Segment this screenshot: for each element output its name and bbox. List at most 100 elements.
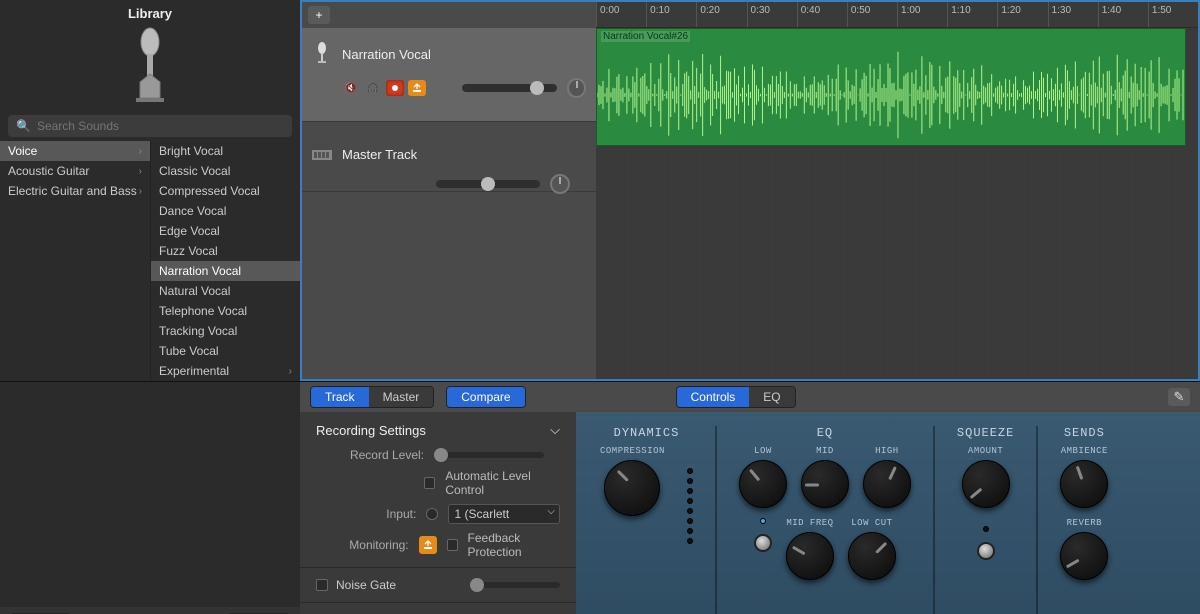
- record-level-slider[interactable]: [434, 452, 544, 458]
- record-enable-button[interactable]: [386, 80, 404, 96]
- monitoring-button[interactable]: [419, 536, 437, 554]
- eq-jack[interactable]: [754, 534, 772, 552]
- solo-headphone-button[interactable]: 🎧: [364, 80, 382, 96]
- volume-slider[interactable]: [436, 180, 540, 188]
- time-tick: 1:10: [947, 2, 997, 27]
- preset-item[interactable]: Natural Vocal: [151, 281, 300, 301]
- library-search[interactable]: 🔍: [8, 115, 292, 137]
- pan-knob[interactable]: [567, 78, 586, 98]
- compression-meter: [687, 446, 693, 544]
- preset-item[interactable]: Edge Vocal: [151, 221, 300, 241]
- tab-master[interactable]: Master: [369, 387, 434, 407]
- input-label: Input:: [328, 507, 416, 521]
- dynamics-group: DYNAMICS COMPRESSION: [600, 426, 693, 544]
- time-tick: 0:00: [596, 2, 646, 27]
- preset-item[interactable]: Tracking Vocal: [151, 321, 300, 341]
- master-track-icon: [312, 140, 332, 168]
- noise-gate-checkbox[interactable]: [316, 579, 328, 591]
- eq-midfreq-knob[interactable]: [786, 532, 834, 580]
- input-select[interactable]: 1 (Scarlett: [448, 504, 560, 524]
- library-preset-column: Bright VocalClassic VocalCompressed Voca…: [150, 141, 300, 381]
- audio-region[interactable]: Narration Vocal#26: [596, 28, 1186, 146]
- controls-rack: DYNAMICS COMPRESSION: [576, 412, 1200, 614]
- preset-item[interactable]: Fuzz Vocal: [151, 241, 300, 261]
- eq-low-knob[interactable]: [739, 460, 787, 508]
- preset-item[interactable]: Narration Vocal: [151, 261, 300, 281]
- smart-controls-panel: Revert Delete Save... Track Master Compa…: [0, 381, 1200, 614]
- track-name: Narration Vocal: [342, 47, 431, 62]
- tab-eq[interactable]: EQ: [749, 387, 794, 407]
- preset-item[interactable]: Tube Vocal: [151, 341, 300, 361]
- waveform: [597, 45, 1185, 145]
- smart-controls-tabs: Track Master Compare Controls EQ ✎: [300, 382, 1200, 412]
- inspector-toggle-icon[interactable]: ✎: [1168, 388, 1190, 406]
- preset-item[interactable]: Telephone Vocal: [151, 301, 300, 321]
- feedback-label: Feedback Protection: [468, 531, 560, 559]
- category-item[interactable]: Acoustic Guitar›: [0, 161, 150, 181]
- squeeze-group: SQUEEZE AMOUNT: [957, 426, 1014, 560]
- library-footer: Revert Delete Save...: [0, 607, 300, 614]
- search-input[interactable]: [37, 119, 284, 133]
- category-item[interactable]: Electric Guitar and Bass›: [0, 181, 150, 201]
- preset-item[interactable]: Bright Vocal: [151, 141, 300, 161]
- time-tick: 0:10: [646, 2, 696, 27]
- time-tick: 1:40: [1098, 2, 1148, 27]
- time-tick: 0:40: [797, 2, 847, 27]
- recording-settings-panel: Recording Settings ⌵ Record Level: Autom…: [300, 412, 576, 614]
- tracks-area: + Narration Vocal: [300, 0, 1200, 381]
- mute-button[interactable]: 🔇: [342, 80, 360, 96]
- track-header-master[interactable]: Master Track: [302, 122, 596, 192]
- time-tick: 0:20: [696, 2, 746, 27]
- timeline[interactable]: 0:000:100:200:300:400:501:001:101:201:30…: [596, 28, 1198, 379]
- time-tick: 1:30: [1048, 2, 1098, 27]
- sends-group: SENDS AMBIENCE REVERB: [1060, 426, 1108, 580]
- region-label: Narration Vocal#26: [601, 31, 690, 42]
- auto-level-label: Automatic Level Control: [445, 469, 560, 497]
- squeeze-amount-knob[interactable]: [962, 460, 1010, 508]
- eq-mid-knob[interactable]: [801, 460, 849, 508]
- eq-group: EQ LOW MID HIGH MID FREQ LOW CUT: [739, 426, 911, 580]
- time-tick: 1:50: [1148, 2, 1198, 27]
- chevron-down-icon[interactable]: ⌵: [550, 422, 560, 438]
- volume-slider[interactable]: [462, 84, 557, 92]
- monitoring-label: Monitoring:: [328, 538, 409, 552]
- time-tick: 1:20: [997, 2, 1047, 27]
- library-patch-art: [0, 21, 300, 111]
- tab-compare[interactable]: Compare: [447, 387, 524, 407]
- track-header-list: Narration Vocal 🔇 🎧: [302, 28, 596, 379]
- ambience-knob[interactable]: [1060, 460, 1108, 508]
- tab-track[interactable]: Track: [311, 387, 369, 407]
- eq-led: [760, 518, 766, 524]
- search-icon: 🔍: [16, 119, 31, 133]
- preset-item[interactable]: Classic Vocal: [151, 161, 300, 181]
- reverb-knob[interactable]: [1060, 532, 1108, 580]
- input-monitor-button[interactable]: [408, 80, 426, 96]
- library-title: Library: [0, 6, 300, 21]
- compression-knob[interactable]: [604, 460, 660, 516]
- record-level-label: Record Level:: [328, 448, 424, 462]
- add-track-button[interactable]: +: [308, 6, 330, 24]
- library-panel: Library 🔍 Voice›Acoustic Guitar›Electric…: [0, 0, 300, 381]
- noise-gate-label: Noise Gate: [336, 578, 396, 592]
- time-tick: 0:50: [847, 2, 897, 27]
- track-name: Master Track: [342, 147, 417, 162]
- squeeze-jack[interactable]: [977, 542, 995, 560]
- squeeze-led: [983, 526, 989, 532]
- input-mono-toggle[interactable]: [426, 508, 437, 520]
- library-category-column: Voice›Acoustic Guitar›Electric Guitar an…: [0, 141, 150, 381]
- eq-high-knob[interactable]: [863, 460, 911, 508]
- preset-item[interactable]: Compressed Vocal: [151, 181, 300, 201]
- time-ruler[interactable]: 0:000:100:200:300:400:501:001:101:201:30…: [596, 2, 1198, 28]
- preset-item[interactable]: Dance Vocal: [151, 201, 300, 221]
- noise-gate-slider[interactable]: [470, 582, 560, 588]
- category-item[interactable]: Voice›: [0, 141, 150, 161]
- feedback-checkbox[interactable]: [447, 539, 457, 551]
- tab-controls[interactable]: Controls: [677, 387, 750, 407]
- preset-item[interactable]: Experimental›: [151, 361, 300, 381]
- mic-track-icon: [312, 40, 332, 68]
- track-header-narration[interactable]: Narration Vocal 🔇 🎧: [302, 28, 596, 122]
- auto-level-checkbox[interactable]: [424, 477, 435, 489]
- pan-knob[interactable]: [550, 174, 570, 194]
- eq-lowcut-knob[interactable]: [848, 532, 896, 580]
- time-tick: 1:00: [897, 2, 947, 27]
